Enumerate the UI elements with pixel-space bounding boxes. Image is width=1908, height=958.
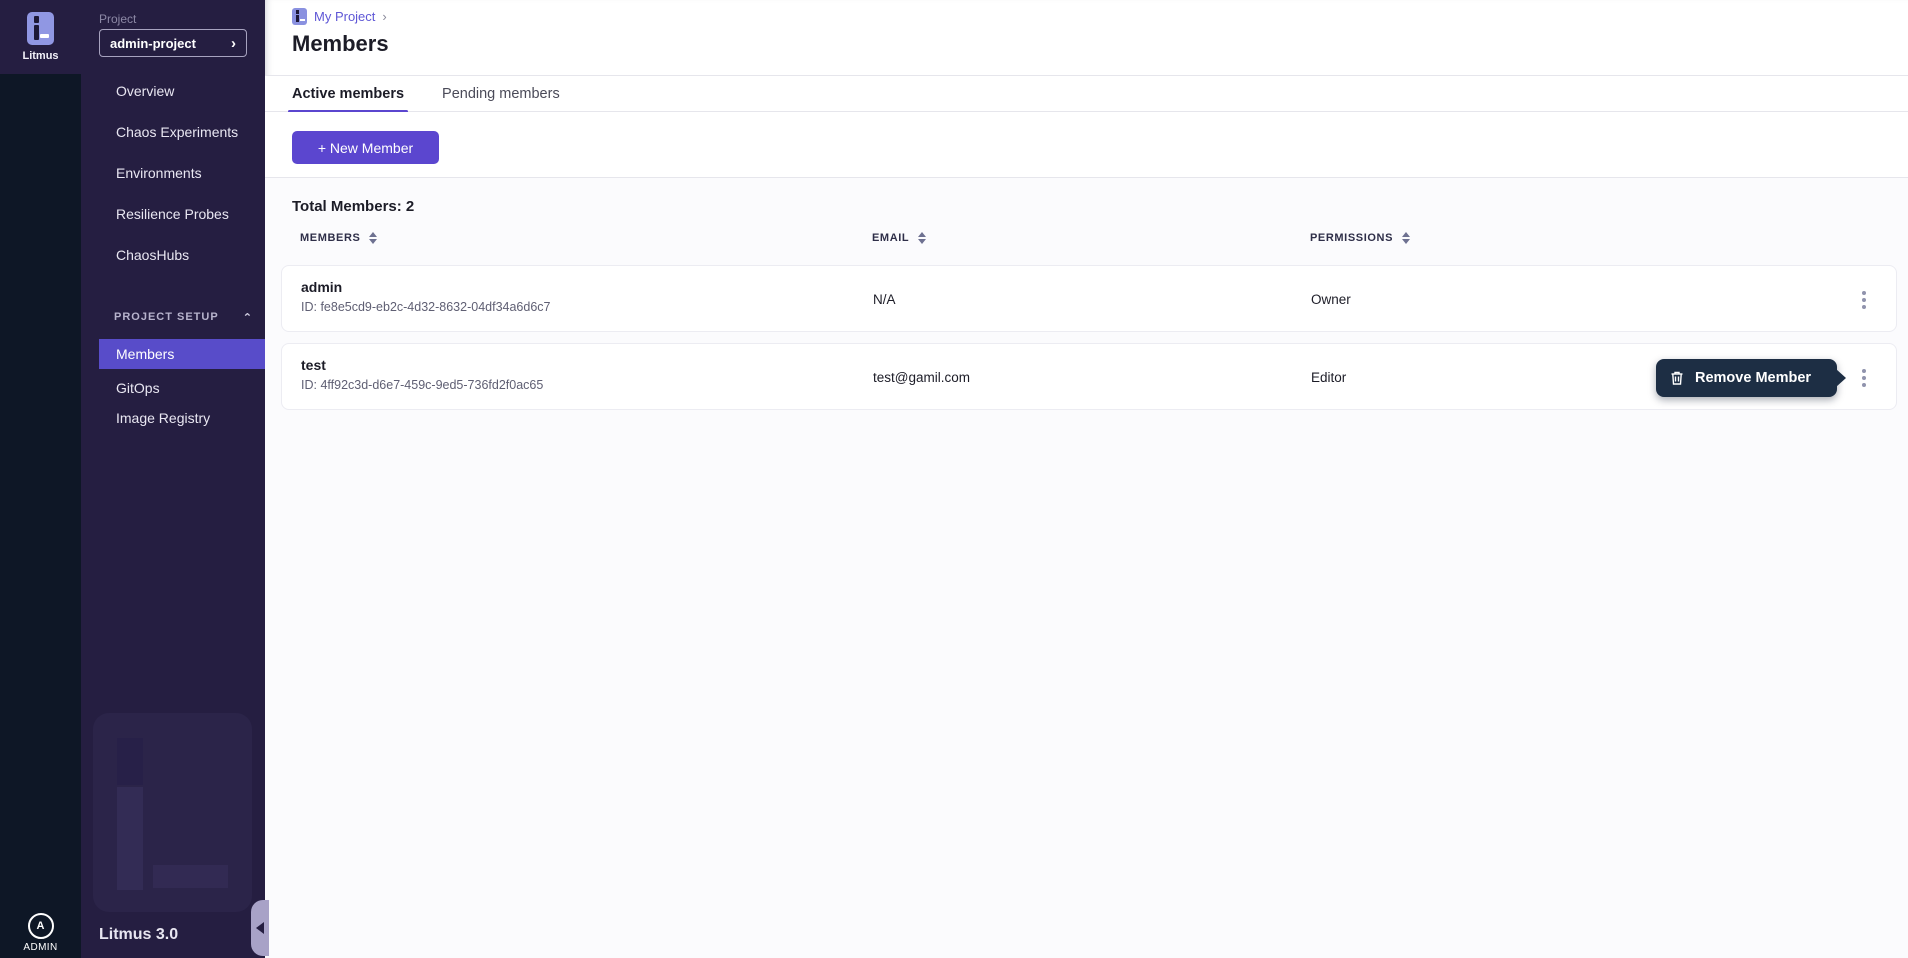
- nav-label: Image Registry: [116, 410, 210, 426]
- litmus-logo-icon: [27, 12, 54, 45]
- sort-icon: [369, 232, 377, 244]
- litmus-watermark-logo: [93, 713, 252, 912]
- sidebar-item-resilience-probes[interactable]: Resilience Probes: [81, 194, 265, 234]
- nav-label: Chaos Experiments: [116, 124, 238, 140]
- table-row-admin: admin ID: fe8e5cd9-eb2c-4d32-8632-04df34…: [281, 265, 1897, 332]
- member-permission: Owner: [1311, 266, 1351, 333]
- members-table: Total Members: 2 MEMBERS EMAIL PERMISSIO…: [265, 178, 1908, 958]
- member-cell: test ID: 4ff92c3d-d6e7-459c-9ed5-736fd2f…: [301, 357, 543, 392]
- column-label: PERMISSIONS: [1310, 232, 1393, 244]
- chevron-right-icon: ›: [382, 9, 386, 24]
- member-name: admin: [301, 279, 551, 295]
- admin-label: ADMIN: [23, 942, 57, 953]
- total-members-label: Total Members: 2: [292, 198, 414, 215]
- member-cell: admin ID: fe8e5cd9-eb2c-4d32-8632-04df34…: [301, 279, 551, 314]
- row-menu-kebab-icon[interactable]: [1849, 344, 1879, 411]
- new-member-button[interactable]: + New Member: [292, 131, 439, 164]
- sidebar: Project admin-project › Overview Chaos E…: [81, 0, 265, 958]
- member-id: ID: fe8e5cd9-eb2c-4d32-8632-04df34a6d6c7: [301, 300, 551, 314]
- project-setup-section-header[interactable]: PROJECT SETUP ⌃: [81, 306, 265, 328]
- project-icon: [292, 8, 307, 25]
- sidebar-item-environments[interactable]: Environments: [81, 153, 265, 193]
- nav-label: ChaosHubs: [116, 247, 189, 263]
- remove-member-menu-item[interactable]: Remove Member: [1656, 359, 1837, 397]
- left-triangle-icon: [256, 922, 264, 934]
- sort-icon: [1402, 232, 1410, 244]
- column-label: MEMBERS: [300, 232, 360, 244]
- user-avatar[interactable]: A: [28, 913, 54, 939]
- column-header-permissions[interactable]: PERMISSIONS: [1310, 232, 1410, 244]
- litmus-logo-label: Litmus: [22, 50, 58, 62]
- page-title: Members: [292, 31, 389, 57]
- column-header-members[interactable]: MEMBERS: [300, 232, 377, 244]
- members-toolbar: + New Member: [265, 112, 1908, 178]
- chevron-right-icon: ›: [231, 36, 236, 51]
- tab-pending-members[interactable]: Pending members: [442, 75, 560, 112]
- column-header-email[interactable]: EMAIL: [872, 232, 926, 244]
- members-tabbar: Active members Pending members: [265, 75, 1908, 112]
- breadcrumb-my-project-link[interactable]: My Project: [314, 9, 375, 24]
- nav-label: Members: [116, 346, 174, 362]
- nav-label: Overview: [116, 83, 174, 99]
- member-email: N/A: [873, 266, 896, 333]
- section-label: PROJECT SETUP: [114, 311, 219, 323]
- trash-icon: [1669, 370, 1685, 386]
- remove-member-label: Remove Member: [1695, 370, 1811, 386]
- sidebar-item-chaoshubs[interactable]: ChaosHubs: [81, 235, 265, 275]
- main-content: My Project › Members Active members Pend…: [265, 0, 1908, 958]
- member-id: ID: 4ff92c3d-d6e7-459c-9ed5-736fd2f0ac65: [301, 378, 543, 392]
- sidebar-item-overview[interactable]: Overview: [81, 71, 265, 111]
- sidebar-item-chaos-experiments[interactable]: Chaos Experiments: [81, 112, 265, 152]
- left-rail: Litmus A ADMIN: [0, 0, 81, 958]
- table-row-test: test ID: 4ff92c3d-d6e7-459c-9ed5-736fd2f…: [281, 343, 1897, 410]
- nav-label: Resilience Probes: [116, 206, 229, 222]
- tab-label: Active members: [292, 86, 404, 102]
- member-email: test@gamil.com: [873, 344, 970, 411]
- project-label: Project: [99, 12, 136, 26]
- column-label: EMAIL: [872, 232, 909, 244]
- tab-active-members[interactable]: Active members: [292, 75, 404, 112]
- avatar-letter: A: [37, 920, 45, 932]
- breadcrumb: My Project ›: [292, 8, 387, 25]
- sidebar-item-image-registry[interactable]: Image Registry: [99, 403, 265, 433]
- sidebar-item-gitops[interactable]: GitOps: [99, 373, 265, 403]
- tab-label: Pending members: [442, 86, 560, 102]
- sidebar-collapse-handle[interactable]: [251, 900, 269, 956]
- litmus-logo[interactable]: Litmus: [0, 0, 81, 74]
- sidebar-item-members[interactable]: Members: [99, 339, 265, 369]
- member-name: test: [301, 357, 543, 373]
- project-select-value: admin-project: [110, 36, 196, 51]
- row-menu-kebab-icon[interactable]: [1849, 266, 1879, 333]
- member-permission: Editor: [1311, 344, 1346, 411]
- chevron-up-icon: ⌃: [243, 311, 253, 323]
- sort-icon: [918, 232, 926, 244]
- nav-label: Environments: [116, 165, 202, 181]
- version-label: Litmus 3.0: [99, 926, 178, 944]
- nav-label: GitOps: [116, 380, 160, 396]
- project-select[interactable]: admin-project ›: [99, 29, 247, 57]
